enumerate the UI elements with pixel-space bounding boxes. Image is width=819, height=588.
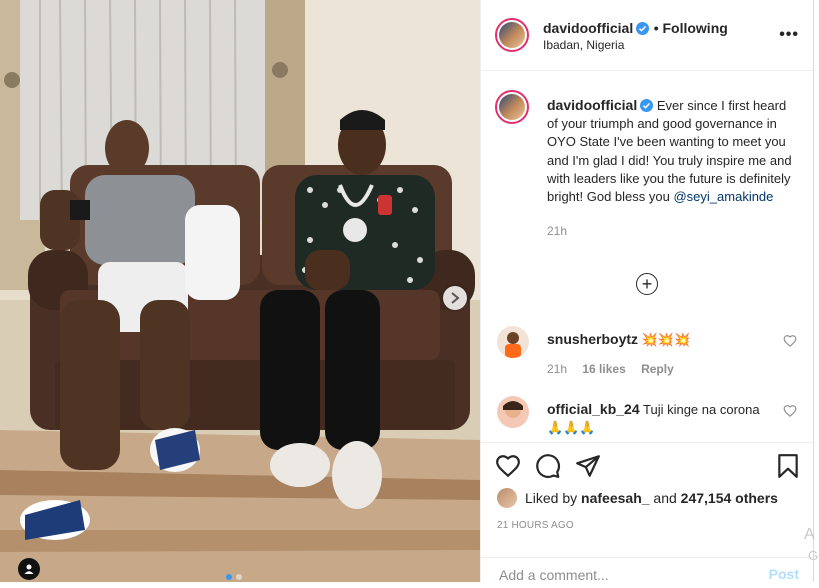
carousel-dot (236, 574, 242, 580)
likes-count[interactable]: 247,154 others (681, 490, 778, 506)
comment-icon[interactable] (535, 453, 561, 479)
more-options-icon[interactable]: ••• (779, 26, 799, 44)
post-location[interactable]: Ibadan, Nigeria (543, 38, 624, 52)
bookmark-icon[interactable] (775, 453, 801, 479)
share-icon[interactable] (575, 453, 601, 479)
load-more-comments-icon[interactable]: + (636, 273, 658, 295)
post-header: davidoofficial • Following Ibadan, Niger… (481, 0, 813, 71)
edge-overlay-text: A (804, 526, 815, 543)
caption-username[interactable]: davidoofficial (547, 97, 637, 113)
commenter-avatar[interactable] (497, 396, 529, 428)
next-photo-button[interactable] (443, 286, 467, 310)
commenter-username[interactable]: official_kb_24 (547, 401, 640, 417)
user-tag-button[interactable] (18, 558, 40, 580)
comment-time: 21h (547, 362, 568, 376)
comment-input[interactable] (497, 566, 751, 584)
comment-body: official_kb_24 Tuji kinge na corona 🙏🙏🙏 (547, 400, 767, 437)
comment-body: snusherboytz 💥💥💥 (547, 330, 767, 349)
caption-avatar[interactable] (495, 90, 529, 124)
liker-avatar[interactable] (497, 488, 517, 508)
carousel-dot-active (226, 574, 232, 580)
post-caption: davidoofficial Ever since I first heard … (547, 96, 797, 240)
liker-username[interactable]: nafeesah_ (581, 490, 649, 506)
post-actions: Liked by nafeesah_ and 247,154 others 21… (481, 442, 813, 584)
comment-text: 💥💥💥 (641, 332, 691, 347)
comment-likes[interactable]: 16 likes (582, 362, 625, 376)
post-details-panel: davidoofficial • Following Ibadan, Niger… (480, 0, 814, 584)
caption-time: 21h (547, 224, 568, 239)
post-comment-button[interactable]: Post (769, 566, 799, 582)
carousel-indicator (226, 574, 242, 580)
post-photo[interactable] (0, 0, 480, 582)
heart-icon[interactable] (783, 404, 797, 418)
user-tag-icon (24, 564, 34, 574)
author-username[interactable]: davidoofficial (543, 20, 633, 36)
comment-meta: 21h 16 likes Reply (547, 362, 686, 376)
likes-summary: Liked by nafeesah_ and 247,154 others (497, 488, 778, 508)
add-comment-bar: Post (481, 557, 813, 588)
author-line: davidoofficial • Following (543, 20, 728, 36)
comment-item: snusherboytz 💥💥💥 21h 16 likes Reply (497, 326, 797, 376)
comment-item: official_kb_24 Tuji kinge na corona 🙏🙏🙏 (497, 396, 797, 441)
comment-reply-button[interactable]: Reply (641, 362, 674, 376)
like-heart-icon[interactable] (495, 453, 521, 479)
edge-overlay-text: Go (808, 548, 819, 563)
chevron-right-icon (451, 292, 460, 304)
verified-badge-icon (640, 99, 654, 112)
commenter-username[interactable]: snusherboytz (547, 331, 638, 347)
photo-illustration (0, 0, 480, 582)
heart-icon[interactable] (783, 334, 797, 348)
caption-mention[interactable]: @seyi_amakinde (673, 189, 773, 204)
post-timestamp: 21 HOURS AGO (497, 520, 574, 531)
author-avatar[interactable] (495, 18, 529, 52)
commenter-avatar[interactable] (497, 326, 529, 358)
verified-badge-icon (636, 22, 650, 35)
follow-status-button[interactable]: Following (662, 20, 727, 36)
